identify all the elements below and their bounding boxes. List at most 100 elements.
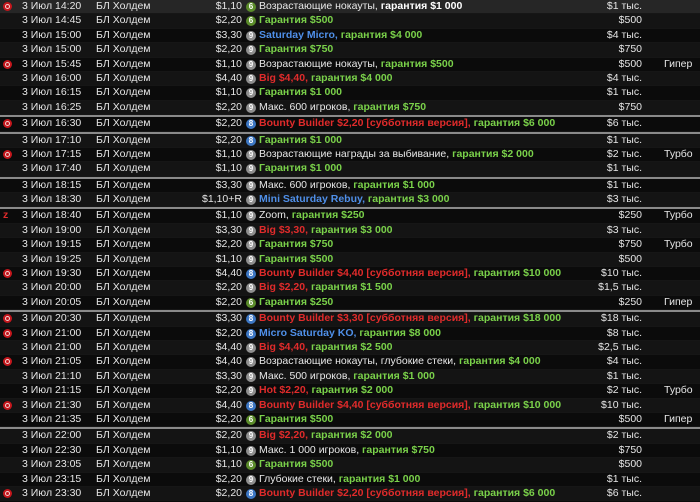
tournament-row[interactable]: 3 Июл 17:40 БЛ Холдем $1,10 9 Гарантия $1 00… <box>0 162 700 177</box>
guarantee-text: гарантия $4 000 <box>459 355 541 368</box>
tournament-title: Big $4,40, <box>259 340 309 353</box>
tournament-row[interactable]: 3 Июл 16:15 БЛ Холдем $1,10 9 Гарантия $1 00… <box>0 86 700 101</box>
tournament-row[interactable]: 3 Июл 21:00 БЛ Холдем $2,20 8 Micro Saturday… <box>0 327 700 341</box>
tournament-name: Hot $2,20, гарантия $2 000 <box>259 384 589 397</box>
start-time: 3 Июл 21:30 <box>22 398 82 411</box>
tournament-row[interactable]: 3 Июл 19:15 БЛ Холдем $2,20 9 Гарантия $750 $… <box>0 238 700 253</box>
tournament-row[interactable]: 3 Июл 16:30 БЛ Холдем $2,20 8 Bounty Builder… <box>0 115 700 132</box>
guarantee-text: гарантия $10 000 <box>473 267 562 280</box>
game-type: БЛ Холдем <box>96 267 151 280</box>
tournament-row[interactable]: 3 Июл 18:15 БЛ Холдем $3,30 9 Макс. 600 игро… <box>0 176 700 194</box>
game-type: БЛ Холдем <box>96 312 151 325</box>
tournament-name: Возрастающие награды за выбивание, гаран… <box>259 148 589 161</box>
tournament-row[interactable]: 3 Июл 14:45 БЛ Холдем $2,20 6 Гарантия $500 $… <box>0 14 700 29</box>
start-time: 3 Июл 17:40 <box>22 162 82 175</box>
speed-label: Турбо <box>664 384 693 397</box>
buy-in: $1,10 <box>215 147 242 160</box>
game-type: БЛ Холдем <box>96 117 151 130</box>
row-icon-placeholder <box>3 370 13 383</box>
start-time: 3 Июл 19:15 <box>22 238 82 251</box>
tournament-name: Макс. 600 игроков, гарантия $750 <box>259 101 589 114</box>
game-type: БЛ Холдем <box>96 458 151 471</box>
tournament-row[interactable]: 3 Июл 18:30 БЛ Холдем $1,10+R 9 Mini Saturda… <box>0 193 700 208</box>
tournament-row[interactable]: 3 Июл 21:35 БЛ Холдем $2,20 6 Гарантия $500 $… <box>0 412 700 428</box>
tournament-row[interactable]: 3 Июл 20:05 БЛ Холдем $2,20 6 Гарантия $250 $… <box>0 295 700 311</box>
prize-pool: $1 тыс. <box>606 133 642 146</box>
tournament-row[interactable]: z 3 Июл 18:40 БЛ Холдем $1,10 9 Zoom, гаранти… <box>0 207 700 224</box>
buy-in: $2,20 <box>215 14 242 27</box>
table-size-badge: 8 <box>246 399 258 412</box>
tournament-name: Big $4,40, гарантия $4 000 <box>259 72 589 85</box>
tournament-row[interactable]: 3 Июл 21:00 БЛ Холдем $4,40 9 Big $4,40, гар… <box>0 340 700 356</box>
table-size-badge-icon: 9 <box>246 149 256 160</box>
start-time: 3 Июл 16:25 <box>22 100 82 113</box>
table-size-badge-icon: 6 <box>246 2 256 12</box>
tournament-row[interactable]: 3 Июл 14:20 БЛ Холдем $1,10 6 Возрастающие н… <box>0 0 700 15</box>
tournament-row[interactable]: 3 Июл 19:30 БЛ Холдем $4,40 8 Bounty Builder… <box>0 267 700 282</box>
knockout-target-icon <box>3 267 13 280</box>
table-size-badge: 8 <box>246 117 258 130</box>
buy-in: $2,20 <box>215 238 242 251</box>
tournament-row[interactable]: 3 Июл 23:30 БЛ Холдем $2,20 8 Bounty Builder… <box>0 486 700 502</box>
tournament-title: Макс. 600 игроков, <box>259 100 351 113</box>
tournament-row[interactable]: 3 Июл 22:30 БЛ Холдем $1,10 9 Макс. 1 000 иг… <box>0 443 700 459</box>
tournament-name: Mini Saturday Rebuy, гарантия $3 000 <box>259 193 589 206</box>
guarantee-text: гарантия $2 000 <box>310 429 393 442</box>
start-time: 3 Июл 19:25 <box>22 252 82 265</box>
table-size-badge: 9 <box>246 72 258 85</box>
tournament-row[interactable]: 3 Июл 20:30 БЛ Холдем $3,30 8 Bounty Builder… <box>0 310 700 327</box>
start-time: 3 Июл 17:15 <box>22 147 82 160</box>
row-icon-placeholder <box>3 444 13 457</box>
tournament-row[interactable]: 3 Июл 15:00 БЛ Холдем $3,30 9 Saturday Micro… <box>0 29 700 44</box>
speed-label: Турбо <box>664 147 693 160</box>
tournament-row[interactable]: 3 Июл 16:25 БЛ Холдем $2,20 9 Макс. 600 игро… <box>0 100 700 116</box>
row-icon-placeholder <box>3 29 13 42</box>
game-type: БЛ Холдем <box>96 14 151 27</box>
tournament-row[interactable]: 3 Июл 23:05 БЛ Холдем $1,10 6 Гарантия $500 $… <box>0 458 700 473</box>
prize-pool: $250 <box>618 295 642 308</box>
tournament-name: Возрастающие нокауты, гарантия $500 <box>259 58 589 71</box>
tournament-name: Гарантия $250 <box>259 296 589 309</box>
tournament-row[interactable]: 3 Июл 19:25 БЛ Холдем $1,10 9 Гарантия $500 $… <box>0 252 700 268</box>
tournament-name: Макс. 600 игроков, гарантия $1 000 <box>259 179 589 192</box>
table-size-badge-icon: 6 <box>246 16 256 27</box>
table-size-badge: 9 <box>246 43 258 56</box>
game-type: БЛ Холдем <box>96 326 151 339</box>
start-time: 3 Июл 21:00 <box>22 326 82 339</box>
prize-pool: $750 <box>618 443 642 456</box>
row-icon-placeholder <box>3 179 13 192</box>
buy-in: $4,40 <box>215 398 242 411</box>
buy-in: $1,10 <box>215 252 242 265</box>
knockout-target-icon <box>3 148 13 161</box>
buy-in: $1,10 <box>215 86 242 99</box>
table-size-badge: 9 <box>246 341 258 354</box>
tournament-row[interactable]: 3 Июл 16:00 БЛ Холдем $4,40 9 Big $4,40, гар… <box>0 71 700 87</box>
tournament-row[interactable]: 3 Июл 15:45 БЛ Холдем $1,10 9 Возрастающие н… <box>0 58 700 72</box>
table-size-badge-icon: 9 <box>246 73 256 84</box>
table-size-badge: 8 <box>246 312 258 325</box>
tournament-row[interactable]: 3 Июл 20:00 БЛ Холдем $2,20 9 Big $2,20, гар… <box>0 281 700 296</box>
table-size-badge-icon: 9 <box>246 195 256 206</box>
tournament-row[interactable]: 3 Июл 15:00 БЛ Холдем $2,20 9 Гарантия $750 $… <box>0 43 700 58</box>
tournament-row[interactable]: 3 Июл 17:10 БЛ Холдем $2,20 8 Гарантия $1 00… <box>0 131 700 148</box>
prize-pool: $2,5 тыс. <box>598 340 642 353</box>
buy-in: $4,40 <box>215 71 242 84</box>
tournament-row[interactable]: 3 Июл 21:15 БЛ Холдем $2,20 9 Hot $2,20, гар… <box>0 384 700 399</box>
buy-in: $2,20 <box>215 429 242 442</box>
game-type: БЛ Холдем <box>96 369 151 382</box>
prize-pool: $1 тыс. <box>606 472 642 485</box>
game-type: БЛ Холдем <box>96 209 151 222</box>
tournament-row[interactable]: 3 Июл 21:05 БЛ Холдем $4,40 9 Возрастающие н… <box>0 355 700 370</box>
tournament-title: Big $2,20, <box>259 281 309 294</box>
tournament-row[interactable]: 3 Июл 21:30 БЛ Холдем $4,40 8 Bounty Builder… <box>0 398 700 413</box>
table-size-badge: 9 <box>246 473 258 486</box>
prize-pool: $500 <box>618 412 642 425</box>
tournament-row[interactable]: 3 Июл 21:10 БЛ Холдем $3,30 9 Макс. 500 игро… <box>0 369 700 385</box>
table-size-badge-icon: 9 <box>246 59 256 70</box>
tournament-row[interactable]: 3 Июл 22:00 БЛ Холдем $2,20 9 Big $2,20, гар… <box>0 427 700 444</box>
tournament-row[interactable]: 3 Июл 17:15 БЛ Холдем $1,10 9 Возрастающие н… <box>0 147 700 163</box>
buy-in: $1,10 <box>215 57 242 70</box>
tournament-row[interactable]: 3 Июл 19:00 БЛ Холдем $3,30 9 Big $3,30, гар… <box>0 223 700 239</box>
buy-in: $3,30 <box>215 312 242 325</box>
tournament-row[interactable]: 3 Июл 23:15 БЛ Холдем $2,20 9 Глубокие стеки… <box>0 473 700 487</box>
